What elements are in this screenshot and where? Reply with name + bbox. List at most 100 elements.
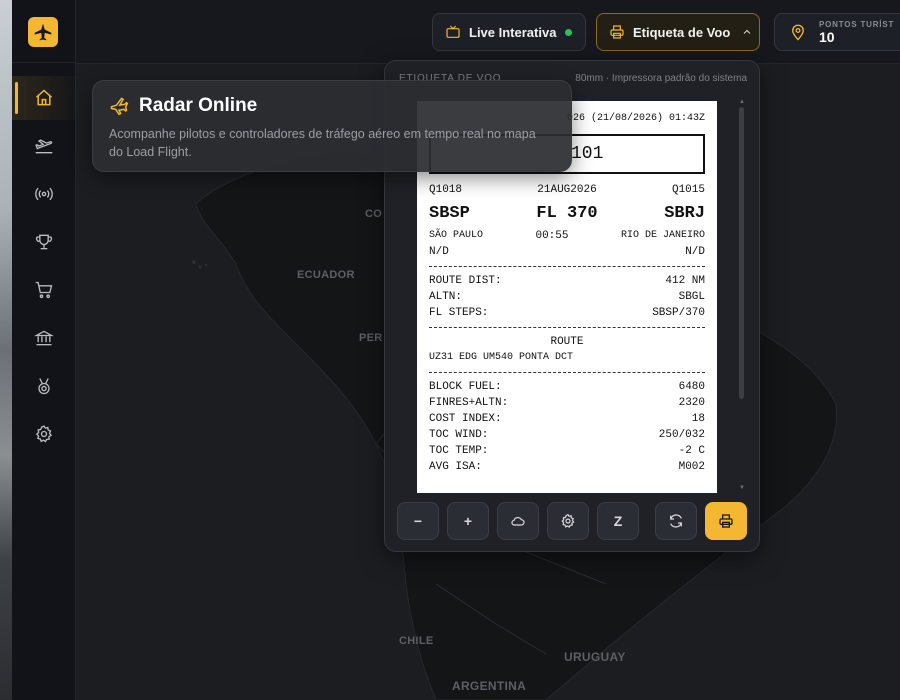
ticket-destination: SBRJ: [664, 204, 705, 223]
ticket-duration: 00:55: [535, 230, 569, 242]
settings-button[interactable]: [547, 502, 589, 540]
panel-toolbar: − + Z: [397, 502, 749, 540]
ticket-detail-row: ALTN: SBGL: [429, 289, 705, 305]
ticket-gates-row: N/D N/D: [429, 244, 705, 260]
detail-value: 6480: [678, 381, 705, 393]
toast-message: Acompanhe pilotos e controladores de trá…: [109, 127, 536, 159]
home-icon: [36, 89, 52, 106]
flight-label-button-label: Etiqueta de Voo: [633, 24, 731, 40]
bank-icon: [34, 330, 54, 346]
ticket-route-string: UZ31 EDG UM540 PONTA DCT: [429, 350, 705, 366]
detail-key: FL STEPS:: [429, 307, 489, 319]
detail-value: 18: [691, 413, 705, 425]
printer-info: 80mm · Impressora padrão do sistema: [575, 73, 747, 84]
live-interactive-label: Live Interativa: [469, 24, 557, 40]
ticket-route-title: ROUTE: [550, 336, 584, 348]
refresh-button[interactable]: [655, 502, 697, 540]
live-status-dot: [565, 28, 573, 36]
detail-value: 250/032: [658, 429, 705, 441]
ticket-origin: SBSP: [429, 204, 470, 223]
ticket-fuel-row: FINRES+ALTN: 2320: [429, 395, 705, 411]
background-photo: [0, 0, 12, 700]
ticket-origin-city: SÃO PAULO: [429, 230, 484, 241]
ticket-left-code: Q1018: [429, 184, 463, 196]
sidebar-item-medal[interactable]: [12, 364, 76, 408]
ticket-origin-gate: N/D: [429, 246, 449, 258]
weather-button[interactable]: [497, 502, 539, 540]
sidebar-item-settings[interactable]: [12, 412, 76, 456]
sidebar-item-trophy[interactable]: [12, 220, 76, 264]
cart-icon: [35, 281, 53, 299]
detail-value: -2 C: [678, 445, 705, 457]
plane-logo-icon: [34, 23, 52, 41]
airplane-icon: [110, 97, 129, 116]
ticket-fuel-row: TOC WIND: 250/032: [429, 427, 705, 443]
tv-icon: [446, 25, 460, 38]
ticket-divider: [429, 372, 705, 373]
gear-icon: [561, 513, 575, 528]
ticket-right-code: Q1015: [671, 184, 705, 196]
print-button[interactable]: [705, 502, 747, 540]
trophy-icon: [35, 234, 53, 250]
printer-icon: [719, 514, 733, 528]
detail-key: ROUTE DIST:: [429, 275, 502, 287]
zoom-out-button[interactable]: −: [397, 502, 439, 540]
refresh-icon: [670, 514, 682, 528]
ticket-fuel-row: TOC TEMP: -2 C: [429, 443, 705, 459]
map-pin-icon: [792, 24, 804, 41]
zoom-out-label: −: [413, 513, 423, 529]
radar-online-toast[interactable]: Radar Online Acompanhe pilotos e control…: [92, 80, 572, 172]
medal-icon: [38, 378, 50, 395]
ticket-fuel-row: BLOCK FUEL: 6480: [429, 379, 705, 395]
ticket-date: 21AUG2026: [537, 184, 597, 196]
ticket-detail-row: FL STEPS: SBSP/370: [429, 305, 705, 321]
detail-value: SBGL: [678, 291, 705, 303]
detail-value: M002: [678, 461, 705, 473]
detail-key: FINRES+ALTN:: [429, 397, 509, 409]
ticket-dest-gate: N/D: [685, 246, 705, 258]
tourist-points-value: 10: [819, 29, 835, 45]
sidebar: [12, 0, 76, 700]
scroll-up-arrow-icon[interactable]: ▲: [739, 99, 745, 105]
ticket-flight-level: FL 370: [536, 204, 598, 223]
ticket-dest-city: RIO DE JANEIRO: [620, 230, 705, 241]
zoom-in-button[interactable]: +: [447, 502, 489, 540]
sidebar-item-bank[interactable]: [12, 316, 76, 360]
ticket-route: UZ31 EDG UM540 PONTA DCT: [429, 352, 574, 363]
detail-key: TOC WIND:: [429, 429, 489, 441]
printer-icon: [610, 25, 624, 39]
broadcast-icon: [35, 187, 53, 201]
detail-key: BLOCK FUEL:: [429, 381, 502, 393]
map-label-ecuador: ECUADOR: [297, 269, 355, 281]
tourist-points-button[interactable]: PONTOS TURÍST 10: [774, 13, 900, 51]
zulu-time-button[interactable]: Z: [597, 502, 639, 540]
live-interactive-button[interactable]: Live Interativa: [432, 13, 586, 51]
detail-value: 2320: [678, 397, 705, 409]
ticket-scrollbar[interactable]: [739, 107, 744, 399]
map-label-co: CO: [365, 208, 383, 220]
detail-value: SBSP/370: [652, 307, 705, 319]
top-bar: Live Interativa Etiqueta de Voo PONTOS T…: [76, 0, 900, 64]
flight-label-button[interactable]: Etiqueta de Voo: [596, 13, 760, 51]
ticket-fuel-row: AVG ISA: M002: [429, 459, 705, 475]
ticket-detail-row: ROUTE DIST: 412 NM: [429, 273, 705, 289]
map-label-uruguay: URUGUAY: [564, 650, 626, 664]
gear-icon: [35, 425, 53, 443]
app-window: Live Interativa Etiqueta de Voo PONTOS T…: [0, 0, 900, 700]
app-logo[interactable]: [28, 17, 58, 47]
sidebar-item-flights[interactable]: [12, 124, 76, 168]
sidebar-item-radio[interactable]: [12, 172, 76, 216]
sidebar-item-shop[interactable]: [12, 268, 76, 312]
ticket-codes-row: Q1018 21AUG2026 Q1015: [429, 182, 705, 198]
tourist-points-info: PONTOS TURÍST 10: [819, 20, 894, 44]
ticket-fuel-row: COST INDEX: 18: [429, 411, 705, 427]
plane-takeoff-icon: [35, 139, 53, 154]
map-label-argentina: ARGENTINA: [452, 679, 527, 693]
sidebar-item-home[interactable]: [12, 76, 76, 120]
toast-header: Radar Online: [109, 95, 555, 117]
ticket-divider: [429, 327, 705, 328]
cloud-icon: [511, 516, 525, 526]
tourist-points-label: PONTOS TURÍST: [819, 20, 895, 29]
scroll-down-arrow-icon[interactable]: ▼: [739, 485, 745, 491]
detail-key: AVG ISA:: [429, 461, 482, 473]
